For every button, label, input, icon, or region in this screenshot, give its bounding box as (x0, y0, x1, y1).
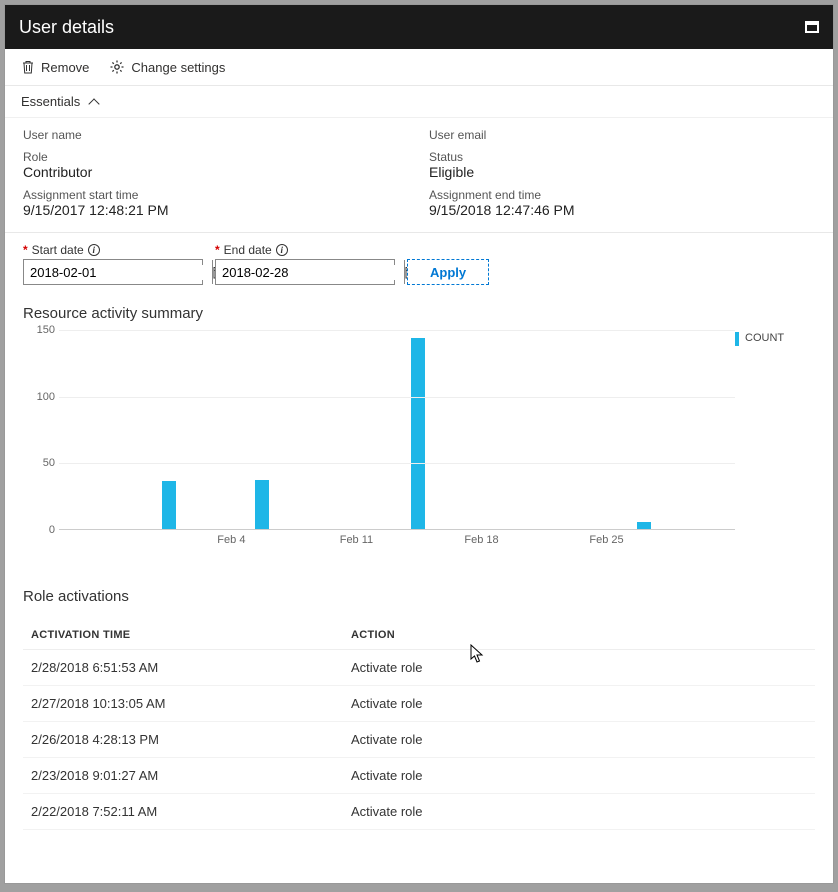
table-body: 2/28/2018 6:51:53 AMActivate role2/27/20… (23, 650, 815, 830)
activity-chart: 050100150 Feb 4Feb 11Feb 18Feb 25 COUNT (5, 330, 833, 570)
assignment-end-value: 9/15/2018 12:47:46 PM (429, 202, 815, 218)
chart-bar[interactable] (255, 480, 269, 529)
gridline (59, 463, 735, 464)
assignment-end-field: Assignment end time 9/15/2018 12:47:46 P… (429, 188, 815, 218)
y-tick: 50 (43, 457, 55, 469)
table-row[interactable]: 2/27/2018 10:13:05 AMActivate role (23, 686, 815, 722)
status-value: Eligible (429, 164, 815, 180)
status-field: Status Eligible (429, 150, 815, 180)
required-mark: * (215, 243, 220, 257)
toolbar: Remove Change settings (5, 49, 833, 86)
role-label: Role (23, 150, 409, 164)
cell-action: Activate role (351, 732, 807, 747)
start-date-input[interactable] (24, 265, 212, 280)
chart-bar[interactable] (162, 481, 176, 529)
cell-action: Activate role (351, 660, 807, 675)
end-date-text: End date (224, 243, 272, 257)
x-tick: Feb 18 (464, 534, 498, 546)
chart-grid (59, 330, 735, 530)
x-tick: Feb 11 (340, 534, 373, 546)
table-row[interactable]: 2/23/2018 9:01:27 AMActivate role (23, 758, 815, 794)
username-label: User name (23, 128, 409, 142)
role-activations-table: ACTIVATION TIME ACTION 2/28/2018 6:51:53… (23, 621, 815, 830)
y-tick: 150 (37, 324, 55, 336)
trash-icon (21, 60, 35, 74)
user-details-blade: User details Remove Change settings Esse… (4, 4, 834, 884)
y-tick: 0 (49, 524, 55, 536)
cell-activation-time: 2/22/2018 7:52:11 AM (31, 804, 351, 819)
gear-icon (109, 59, 125, 75)
activity-title: Resource activity summary (5, 301, 833, 330)
titlebar: User details (5, 5, 833, 49)
chart-bars (59, 330, 735, 529)
cell-activation-time: 2/23/2018 9:01:27 AM (31, 768, 351, 783)
assignment-start-value: 9/15/2017 12:48:21 PM (23, 202, 409, 218)
col-activation-time: ACTIVATION TIME (31, 629, 351, 641)
role-field: Role Contributor (23, 150, 409, 180)
x-axis: Feb 4 Feb 11 Feb 18 Feb 25 (59, 534, 735, 554)
essentials-toggle[interactable]: Essentials (5, 86, 833, 118)
useremail-label: User email (429, 128, 815, 142)
start-date-input-wrap (23, 259, 203, 285)
end-date-input[interactable] (216, 265, 404, 280)
col-action: ACTION (351, 629, 807, 641)
chevron-up-icon (89, 98, 100, 109)
start-date-text: Start date (32, 243, 84, 257)
assignment-start-label: Assignment start time (23, 188, 409, 202)
table-row[interactable]: 2/28/2018 6:51:53 AMActivate role (23, 650, 815, 686)
chart-bar[interactable] (411, 338, 425, 529)
cell-activation-time: 2/26/2018 4:28:13 PM (31, 732, 351, 747)
y-axis: 050100150 (23, 330, 57, 530)
assignment-end-label: Assignment end time (429, 188, 815, 202)
cell-activation-time: 2/28/2018 6:51:53 AM (31, 660, 351, 675)
assignment-start-field: Assignment start time 9/15/2017 12:48:21… (23, 188, 409, 218)
table-row[interactable]: 2/26/2018 4:28:13 PMActivate role (23, 722, 815, 758)
essentials-panel: User name User email Role Contributor St… (5, 118, 833, 233)
legend-label: COUNT (745, 332, 784, 344)
chart-legend: COUNT (735, 330, 815, 560)
useremail-field: User email (429, 128, 815, 142)
username-field: User name (23, 128, 409, 142)
table-header: ACTIVATION TIME ACTION (23, 621, 815, 650)
change-settings-label: Change settings (131, 60, 225, 75)
x-tick: Feb 4 (217, 534, 245, 546)
role-value: Contributor (23, 164, 409, 180)
end-date-input-wrap (215, 259, 395, 285)
chart-plot: 050100150 Feb 4Feb 11Feb 18Feb 25 (23, 330, 735, 560)
change-settings-button[interactable]: Change settings (109, 59, 225, 75)
role-activations-title: Role activations (23, 588, 815, 605)
apply-button[interactable]: Apply (407, 259, 489, 285)
start-date-group: * Start date i (23, 243, 203, 285)
essentials-label: Essentials (21, 94, 80, 109)
cell-activation-time: 2/27/2018 10:13:05 AM (31, 696, 351, 711)
status-label: Status (429, 150, 815, 164)
chart-bar[interactable] (637, 522, 651, 529)
cell-action: Activate role (351, 696, 807, 711)
start-date-label: * Start date i (23, 243, 203, 257)
blade-title: User details (19, 17, 114, 38)
cell-action: Activate role (351, 804, 807, 819)
y-tick: 100 (37, 391, 55, 403)
info-icon[interactable]: i (88, 244, 100, 256)
end-date-group: * End date i (215, 243, 395, 285)
date-filter-row: * Start date i * End date i (5, 233, 833, 301)
remove-label: Remove (41, 60, 89, 75)
end-date-label: * End date i (215, 243, 395, 257)
x-tick: Feb 25 (589, 534, 623, 546)
table-row[interactable]: 2/22/2018 7:52:11 AMActivate role (23, 794, 815, 830)
gridline (59, 397, 735, 398)
gridline (59, 330, 735, 331)
role-activations-section: Role activations ACTIVATION TIME ACTION … (5, 570, 833, 830)
cell-action: Activate role (351, 768, 807, 783)
maximize-icon[interactable] (805, 21, 819, 33)
remove-button[interactable]: Remove (21, 60, 89, 75)
required-mark: * (23, 243, 28, 257)
legend-swatch (735, 332, 739, 346)
info-icon[interactable]: i (276, 244, 288, 256)
